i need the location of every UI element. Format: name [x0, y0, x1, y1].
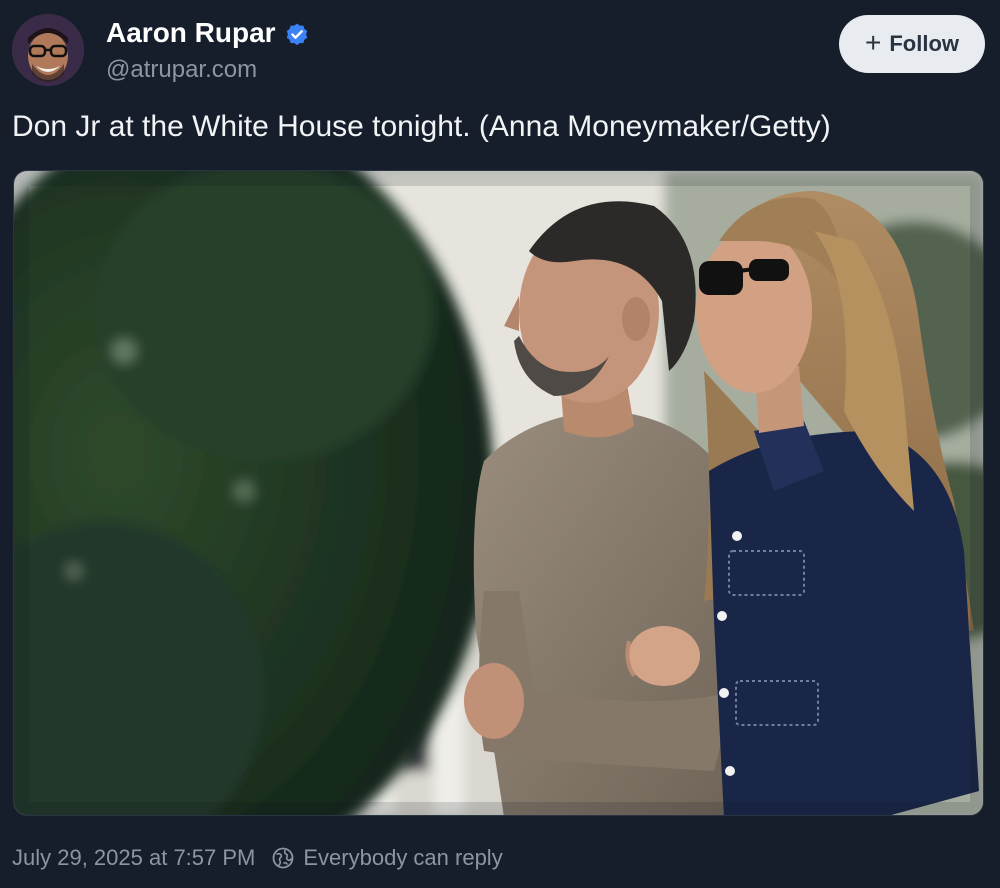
photo-illustration	[14, 171, 983, 815]
verified-checkmark-icon	[286, 23, 308, 46]
author-name[interactable]: Aaron Rupar	[106, 17, 276, 49]
follow-button-label: Follow	[889, 31, 959, 56]
avatar[interactable]	[12, 14, 84, 86]
post-meta: July 29, 2025 at 7:57 PM Everybody can r…	[12, 845, 503, 871]
reply-setting[interactable]: Everybody can reply	[303, 845, 502, 871]
plus-icon: +	[864, 27, 882, 58]
avatar-image	[12, 14, 84, 86]
post-image[interactable]	[13, 170, 984, 816]
globe-reply-icon	[272, 847, 294, 869]
follow-button[interactable]: + Follow	[839, 15, 985, 73]
post-text: Don Jr at the White House tonight. (Anna…	[12, 110, 831, 143]
author-handle[interactable]: @atrupar.com	[106, 56, 257, 84]
post-timestamp[interactable]: July 29, 2025 at 7:57 PM	[12, 845, 255, 871]
post-card: Aaron Rupar @atrupar.com + Follow Don Jr…	[0, 0, 1000, 888]
